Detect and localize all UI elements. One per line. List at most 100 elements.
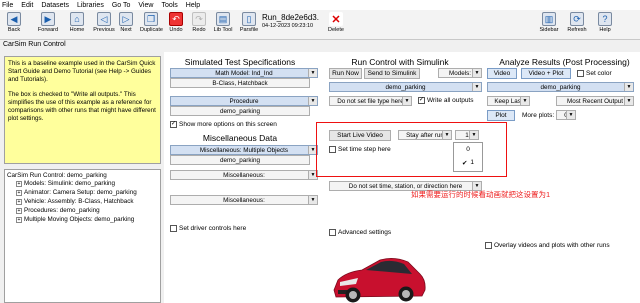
duplicate-button[interactable]: ❐ Duplicate	[140, 12, 163, 33]
undo-icon: ↶	[169, 12, 183, 26]
set-color-checkbox[interactable]: Set color	[577, 70, 612, 77]
misc-multiple-objects-dropdown[interactable]: Miscellaneous: Multiple Objects ▼	[170, 145, 318, 155]
analyze-results-title: Analyze Results (Post Processing)	[499, 57, 630, 67]
duplicate-icon: ❐	[144, 12, 158, 26]
file-type-dropdown[interactable]: Do not set file type here ▼	[329, 96, 412, 106]
model-link[interactable]: demo_parking ▼	[329, 82, 482, 92]
description-notes[interactable]: This is a baseline example used in the C…	[4, 56, 161, 164]
analyze-dataset-dropdown[interactable]: demo_parking ▼	[487, 82, 634, 92]
next-button[interactable]: ▷ Next	[115, 12, 137, 33]
keep-last-dropdown[interactable]: Keep Last ▼	[487, 96, 530, 106]
checkbox-icon	[170, 225, 177, 232]
show-more-options-checkbox[interactable]: ✓ Show more options on this screen	[170, 121, 277, 128]
more-plots-dropdown[interactable]: 0▼	[556, 110, 576, 120]
misc-dropdown-2[interactable]: Miscellaneous: ▼	[170, 195, 318, 205]
home-icon: ⌂	[70, 12, 84, 26]
misc-multiple-objects-link[interactable]: demo_parking	[170, 155, 310, 165]
menu-view[interactable]: View	[138, 2, 153, 9]
expand-icon[interactable]: +	[16, 189, 22, 196]
menu-datasets[interactable]: Datasets	[41, 2, 69, 9]
vehicle-image	[333, 258, 426, 303]
delete-button[interactable]: ✕ Delete	[325, 12, 347, 33]
chevron-down-icon: ▼	[308, 196, 317, 204]
tree-root[interactable]: CarSim Run Control: demo_parking	[7, 172, 158, 179]
run-control-title: Run Control with Simulink	[351, 57, 449, 67]
lib-tool-button[interactable]: ▤ Lib Tool	[212, 12, 234, 33]
expand-icon[interactable]: +	[16, 216, 22, 223]
checkbox-icon: ✓	[418, 97, 425, 104]
menu-tools[interactable]: Tools	[161, 2, 177, 9]
advanced-settings-checkbox[interactable]: Advanced settings	[329, 229, 391, 236]
redo-button[interactable]: ↷ Redo	[188, 12, 210, 33]
menu-libraries[interactable]: Libraries	[77, 2, 104, 9]
help-icon: ?	[598, 12, 612, 26]
expand-icon[interactable]: +	[16, 207, 22, 214]
expand-icon[interactable]: +	[16, 198, 22, 205]
procedure-dropdown[interactable]: Procedure ▼	[170, 96, 318, 106]
forward-button[interactable]: ▶ Forward	[37, 12, 59, 33]
tree-item[interactable]: + Vehicle: Assembly: B-Class, Hatchback	[7, 197, 158, 206]
tree-item[interactable]: + Procedures: demo_parking	[7, 206, 158, 215]
tree-item[interactable]: + Animator: Camera Setup: demo_parking	[7, 188, 158, 197]
sidebar-icon: ▥	[542, 12, 556, 26]
models-dropdown[interactable]: Models: ▼	[438, 68, 482, 78]
screen-title: CarSim Run Control	[0, 41, 640, 51]
file-icon: ▯	[242, 12, 256, 26]
write-all-outputs-checkbox[interactable]: ✓ Write all outputs	[418, 97, 473, 104]
menu-help[interactable]: Help	[186, 2, 200, 9]
run-date: 04-12-2023 09:23:10	[262, 23, 314, 29]
sidebar-button[interactable]: ▥ Sidebar	[538, 12, 560, 33]
misc-dropdown-1[interactable]: Miscellaneous: ▼	[170, 170, 318, 180]
test-specs-title: Simulated Test Specifications	[184, 57, 296, 67]
home-button[interactable]: ⌂ Home	[66, 12, 88, 33]
chevron-down-icon: ▼	[472, 69, 481, 77]
refresh-icon: ⟳	[570, 12, 584, 26]
parsfile-button[interactable]: ▯ Parsfile	[238, 12, 260, 33]
previous-icon: ◁	[97, 12, 111, 26]
library-icon: ▤	[216, 12, 230, 26]
next-icon: ▷	[119, 12, 133, 26]
delete-x-icon: ✕	[329, 12, 343, 26]
annotation-highlight-box	[316, 122, 507, 177]
checkbox-icon: ✓	[170, 121, 177, 128]
misc-data-title: Miscellaneous Data	[202, 133, 278, 143]
more-plots-label: More plots:	[522, 112, 555, 119]
chevron-down-icon: ▼	[624, 97, 633, 105]
back-button[interactable]: ◀ Back	[3, 12, 25, 33]
run-now-button[interactable]: Run Now	[329, 68, 362, 79]
chevron-down-icon: ▼	[308, 69, 317, 77]
refresh-button[interactable]: ⟳ Refresh	[566, 12, 588, 33]
overlay-checkbox[interactable]: Overlay videos and plots with other runs	[485, 242, 610, 249]
plot-button[interactable]: Plot	[487, 110, 515, 121]
toolbar: ◀ Back ▶ Forward ⌂ Home ◁ Previous ▷ Next ❐ Du…	[0, 10, 640, 40]
procedure-link[interactable]: demo_parking	[170, 106, 310, 116]
vehicle-link[interactable]: B-Class, Hatchback	[170, 78, 310, 88]
expand-icon[interactable]: +	[16, 180, 22, 187]
checkbox-icon	[485, 242, 492, 249]
menu-edit[interactable]: Edit	[21, 2, 33, 9]
annotation-text: 如果需要运行的时候看动画就把这设置为1	[411, 190, 551, 199]
checkbox-icon	[577, 70, 584, 77]
chevron-down-icon: ▼	[308, 97, 317, 105]
tree-item[interactable]: + Multiple Moving Objects: demo_parking	[7, 215, 158, 224]
send-to-simulink-button[interactable]: Send to Simulink	[364, 68, 420, 79]
undo-button[interactable]: ↶ Undo	[165, 12, 187, 33]
video-plot-button[interactable]: Video + Plot	[521, 68, 571, 79]
back-arrow-icon: ◀	[7, 12, 21, 26]
dataset-tree[interactable]: CarSim Run Control: demo_parking + Models…	[4, 169, 161, 303]
menu-bar: File Edit Datasets Libraries Go To View …	[0, 0, 640, 10]
chevron-down-icon: ▼	[472, 83, 481, 91]
redo-icon: ↷	[192, 12, 206, 26]
chevron-down-icon: ▼	[624, 83, 633, 91]
menu-go-to[interactable]: Go To	[112, 2, 131, 9]
menu-file[interactable]: File	[2, 2, 13, 9]
chevron-down-icon: ▼	[520, 97, 529, 105]
driver-controls-checkbox[interactable]: Set driver controls here	[170, 225, 246, 232]
run-name: Run_8de2e6d3.	[262, 13, 319, 22]
previous-button[interactable]: ◁ Previous	[93, 12, 115, 33]
help-button[interactable]: ? Help	[594, 12, 616, 33]
video-button[interactable]: Video	[487, 68, 517, 79]
most-recent-output-dropdown[interactable]: Most Recent Output ▼	[556, 96, 634, 106]
math-model-dropdown[interactable]: Math Model: Ind_Ind ▼	[170, 68, 318, 78]
tree-item[interactable]: + Models: Simulink: demo_parking	[7, 179, 158, 188]
